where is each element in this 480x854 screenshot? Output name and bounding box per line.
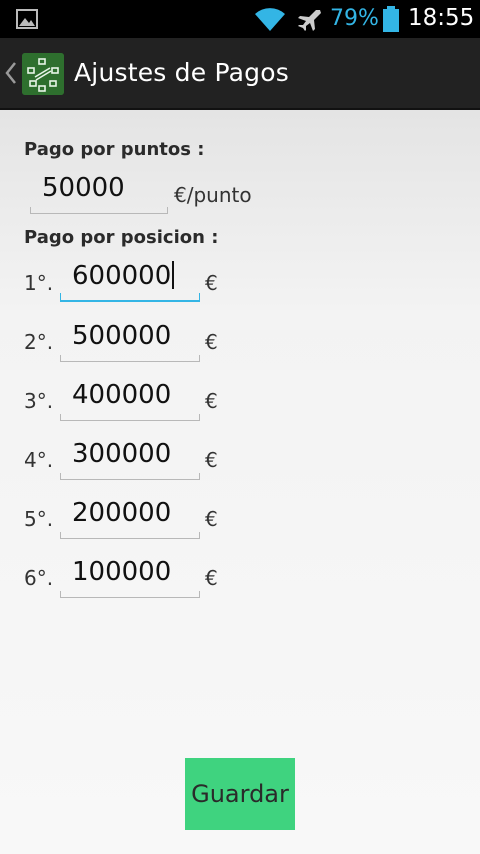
position-1-input[interactable]: 600000: [60, 258, 200, 302]
position-2-value: 500000: [72, 321, 172, 351]
points-value-input[interactable]: 50000: [30, 170, 168, 214]
rank-label-5: 5°.: [24, 507, 54, 531]
position-6-value: 100000: [72, 557, 172, 587]
points-unit-label: €/punto: [174, 183, 252, 207]
battery-icon: [383, 6, 399, 32]
rank-label-3: 3°.: [24, 389, 54, 413]
page-title: Ajustes de Pagos: [74, 58, 289, 87]
position-1-value: 600000: [72, 261, 175, 291]
action-bar: Ajustes de Pagos: [0, 38, 480, 110]
image-icon: [16, 9, 38, 29]
position-6-unit: €: [205, 566, 218, 590]
position-5-value: 200000: [72, 498, 172, 528]
app-logo-icon[interactable]: [22, 53, 64, 95]
chevron-left-icon[interactable]: [4, 60, 18, 86]
position-3-value: 400000: [72, 380, 172, 410]
position-5-input[interactable]: 200000: [60, 495, 200, 539]
clock: 18:55: [408, 5, 475, 31]
airplane-icon: [298, 10, 321, 31]
battery-percent: 79%: [330, 6, 379, 31]
rank-label-2: 2°.: [24, 330, 54, 354]
rank-label-1: 1°.: [24, 271, 54, 295]
status-bar: 79% 18:55: [0, 0, 480, 38]
settings-form: Pago por puntos : 50000 €/punto Pago por…: [0, 110, 480, 854]
position-4-unit: €: [205, 448, 218, 472]
position-2-unit: €: [205, 330, 218, 354]
wifi-icon: [255, 8, 285, 32]
position-4-value: 300000: [72, 439, 172, 469]
position-6-input[interactable]: 100000: [60, 554, 200, 598]
position-payment-label: Pago por posicion :: [24, 227, 219, 248]
position-1-unit: €: [205, 271, 218, 295]
save-button[interactable]: Guardar: [185, 758, 295, 830]
position-5-unit: €: [205, 507, 218, 531]
rank-label-6: 6°.: [24, 566, 54, 590]
position-2-input[interactable]: 500000: [60, 318, 200, 362]
position-3-input[interactable]: 400000: [60, 377, 200, 421]
points-payment-label: Pago por puntos :: [24, 139, 205, 160]
points-value-text: 50000: [42, 173, 125, 203]
position-3-unit: €: [205, 389, 218, 413]
position-4-input[interactable]: 300000: [60, 436, 200, 480]
text-cursor: [172, 261, 175, 289]
rank-label-4: 4°.: [24, 448, 54, 472]
